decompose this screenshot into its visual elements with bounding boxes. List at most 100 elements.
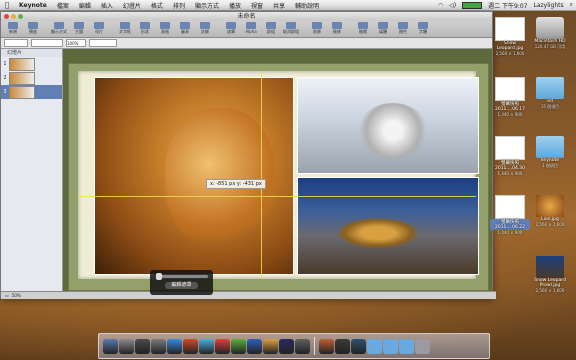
close-icon[interactable] <box>4 14 9 19</box>
snow-leopard-photo[interactable] <box>297 77 479 174</box>
dock-folder-icon[interactable] <box>367 338 382 354</box>
toolbar-button[interactable]: 圖表 <box>175 21 195 37</box>
desktop-icon[interactable]: Lion.jpg 2,560 × 1,600 <box>530 195 570 227</box>
mask-size-slider[interactable] <box>155 273 208 280</box>
volume-icon[interactable]: ◁) <box>446 2 459 9</box>
slider-knob[interactable] <box>155 273 162 280</box>
menu-share[interactable]: 共享 <box>268 1 290 10</box>
toolbar-label: 媒體 <box>379 29 387 34</box>
style-select[interactable] <box>31 39 63 47</box>
toolbar-button[interactable]: 顯示方式 <box>49 21 69 37</box>
dock-app-icon[interactable] <box>351 338 366 354</box>
toolbar-icon <box>54 22 64 29</box>
menu-window[interactable]: 視窗 <box>246 1 268 10</box>
toolbar-button[interactable]: 群組 <box>261 21 281 37</box>
battery-icon[interactable] <box>459 1 485 9</box>
desktop-icon[interactable]: keynote 1 個項目 <box>530 136 570 169</box>
user-name[interactable]: Lazylights <box>530 2 566 9</box>
menu-edit[interactable]: 編輯 <box>74 1 96 10</box>
dock-app-icon[interactable] <box>199 338 214 354</box>
view-toggle-icon[interactable]: ▭ <box>5 293 9 298</box>
dock-app-icon[interactable] <box>319 338 334 354</box>
toolbar-icon <box>94 22 104 29</box>
menu-format[interactable]: 格式 <box>146 1 168 10</box>
menu-file[interactable]: 檔案 <box>52 1 74 10</box>
dock-app-icon[interactable] <box>279 338 294 354</box>
toolbar-button[interactable]: 取消群組 <box>281 21 301 37</box>
zoom-select[interactable]: 100% <box>66 39 86 47</box>
app-menu[interactable]: Keynote <box>14 2 52 9</box>
dock-app-icon[interactable] <box>295 338 310 354</box>
desktop-icon[interactable]: ed 15 個項目 <box>530 77 570 110</box>
toolbar-button[interactable]: 表格 <box>155 21 175 37</box>
desktop-icon-info: 2,560 × 1,600 <box>535 222 565 227</box>
dock-app-icon[interactable] <box>263 338 278 354</box>
menu-insert[interactable]: 插入 <box>96 1 118 10</box>
font-select[interactable] <box>4 39 28 47</box>
dock-app-icon[interactable] <box>119 338 134 354</box>
dock-app-icon[interactable] <box>135 338 150 354</box>
toolbar-button[interactable]: 前移 <box>307 21 327 37</box>
opacity-field[interactable] <box>89 39 117 47</box>
slide-thumbnail[interactable]: 1 <box>1 57 62 71</box>
image-file-icon <box>495 195 525 219</box>
toolbar-button[interactable]: 字體 <box>413 21 433 37</box>
toolbar-button[interactable]: 媒體 <box>373 21 393 37</box>
clock[interactable]: 週二 下午9:07 <box>485 1 530 10</box>
toolbar-button[interactable]: 主題 <box>69 21 89 37</box>
toolbar-button[interactable]: 形狀 <box>135 21 155 37</box>
toolbar-button[interactable]: 註解 <box>195 21 215 37</box>
toolbar-button[interactable]: 母片 <box>89 21 109 37</box>
alignment-guide-horizontal <box>78 196 476 197</box>
window-titlebar[interactable]: 未命名 <box>1 12 492 21</box>
toolbar-icon <box>120 22 130 29</box>
desktop-icon[interactable]: Snow Leopard Prowl.jpg 2,560 × 1,600 <box>530 256 570 293</box>
slide-canvas[interactable]: x: -851 px y: -431 px <box>63 49 492 291</box>
menu-slide[interactable]: 幻燈片 <box>118 1 146 10</box>
spotlight-icon[interactable]: ⌕ <box>567 1 576 9</box>
desktop-icon[interactable]: 螢幕快照 2011....06.22 1,440 × 900 <box>490 195 530 235</box>
toolbar-button[interactable]: 後移 <box>327 21 347 37</box>
dock-app-icon[interactable] <box>151 338 166 354</box>
status-zoom[interactable]: 50% <box>12 293 21 298</box>
dock-app-icon[interactable] <box>247 338 262 354</box>
minimize-icon[interactable] <box>11 14 16 19</box>
toolbar-button[interactable]: 文字框 <box>115 21 135 37</box>
folder-icon <box>536 77 564 99</box>
toolbar-button[interactable]: 檢閱 <box>353 21 373 37</box>
slide-thumbnail[interactable]: 2 <box>1 71 62 85</box>
desktop-icon[interactable]: Snow Leopard.jpg 2,560 × 1,600 <box>490 17 530 56</box>
dock-app-icon[interactable] <box>215 338 230 354</box>
dock-folder-icon[interactable] <box>383 338 398 354</box>
menu-view[interactable]: 顯示方式 <box>190 1 224 10</box>
dock-app-icon[interactable] <box>167 338 182 354</box>
toolbar-button[interactable]: 遮罩 <box>221 21 241 37</box>
zoom-icon[interactable] <box>18 14 23 19</box>
slide-preview <box>9 57 35 71</box>
slide-thumbnail-selected[interactable]: 3 <box>1 85 62 99</box>
menu-play[interactable]: 播放 <box>224 1 246 10</box>
edit-mask-button[interactable]: 編輯遮罩 <box>165 282 198 289</box>
dock-app-icon[interactable] <box>183 338 198 354</box>
snow-leopard-prowl-photo[interactable] <box>297 177 479 275</box>
window-title: 未命名 <box>237 13 256 20</box>
toolbar-button[interactable]: 播放 <box>23 21 43 37</box>
dock-folder-icon[interactable] <box>415 338 430 354</box>
dock-folder-icon[interactable] <box>399 338 414 354</box>
toolbar-button[interactable]: 新增 <box>3 21 23 37</box>
desktop-icon[interactable]: 螢幕快照 2011....04.30 1,440 × 900 <box>490 136 530 176</box>
toolbar-button[interactable]: Alpha <box>241 21 261 37</box>
toolbar-label: 顏色 <box>399 29 407 34</box>
slide[interactable]: x: -851 px y: -431 px <box>68 63 489 291</box>
wifi-icon[interactable]: ◠ <box>435 2 446 9</box>
dock-app-icon[interactable] <box>103 338 118 354</box>
toolbar-button[interactable]: 顏色 <box>393 21 413 37</box>
lion-photo[interactable] <box>94 77 294 275</box>
desktop-icon[interactable]: Macintosh HD 120.47 GB 可用 <box>530 17 570 50</box>
menu-arrange[interactable]: 排列 <box>168 1 190 10</box>
apple-menu-icon[interactable]:  <box>0 1 14 9</box>
desktop-icon[interactable]: 螢幕快照 2011....06.17 1,440 × 900 <box>490 77 530 117</box>
dock-app-icon[interactable] <box>335 338 350 354</box>
dock-app-icon[interactable] <box>231 338 246 354</box>
menu-help[interactable]: 輔助說明 <box>290 1 324 10</box>
